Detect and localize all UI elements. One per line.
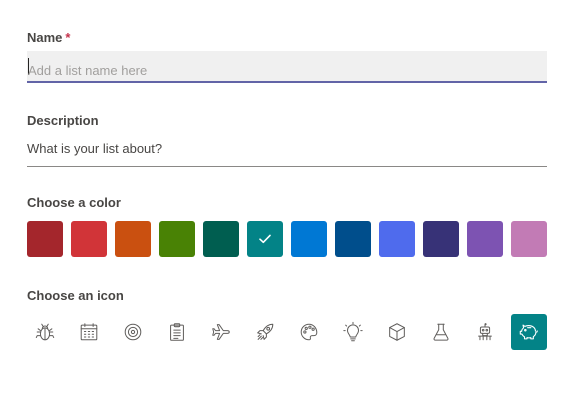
lightbulb-icon [343,321,363,342]
cube-icon [389,323,405,341]
bug-icon [35,323,55,341]
color-swatch[interactable] [291,221,327,257]
color-swatch[interactable] [27,221,63,257]
description-field[interactable] [27,137,547,167]
icon-option[interactable] [423,314,459,350]
color-swatch[interactable] [115,221,151,257]
required-mark: * [65,30,71,45]
color-swatch[interactable] [71,221,107,257]
name-input[interactable] [27,51,547,81]
color-label: Choose a color [27,195,121,210]
flask-icon [433,323,449,341]
color-swatch[interactable] [379,221,415,257]
color-swatch[interactable] [159,221,195,257]
icon-picker-list [27,314,549,350]
icon-option[interactable] [467,314,503,350]
new-list-form: Name* Description Choose a color Choose … [0,0,570,393]
description-label: Description [27,113,99,128]
robot-icon [478,323,492,341]
icon-option[interactable] [247,314,283,350]
icon-option[interactable] [159,314,195,350]
icon-option[interactable] [379,314,415,350]
color-swatch[interactable] [511,221,547,257]
rocket-icon [257,323,274,340]
icon-option[interactable] [335,314,371,350]
icon-label: Choose an icon [27,288,124,303]
icon-option[interactable] [203,314,239,350]
target-icon [124,323,142,341]
icon-option[interactable] [115,314,151,350]
name-label-text: Name [27,30,63,45]
color-swatch[interactable] [467,221,503,257]
name-field[interactable] [27,51,547,83]
color-swatch-selected[interactable] [247,221,283,257]
description-input[interactable] [27,137,547,166]
icon-option[interactable] [71,314,107,350]
palette-icon [300,323,318,341]
icon-option[interactable] [27,314,63,350]
icon-option[interactable] [291,314,327,350]
icon-option-selected[interactable] [511,314,547,350]
calendar-icon [80,323,98,341]
clipboard-icon [170,323,184,341]
color-swatch-list [27,221,549,257]
airplane-icon [212,324,230,340]
color-swatch[interactable] [423,221,459,257]
check-icon [259,234,271,244]
color-swatch[interactable] [335,221,371,257]
piggy-bank-icon [519,324,538,340]
name-label: Name * [27,30,70,45]
color-swatch[interactable] [203,221,239,257]
